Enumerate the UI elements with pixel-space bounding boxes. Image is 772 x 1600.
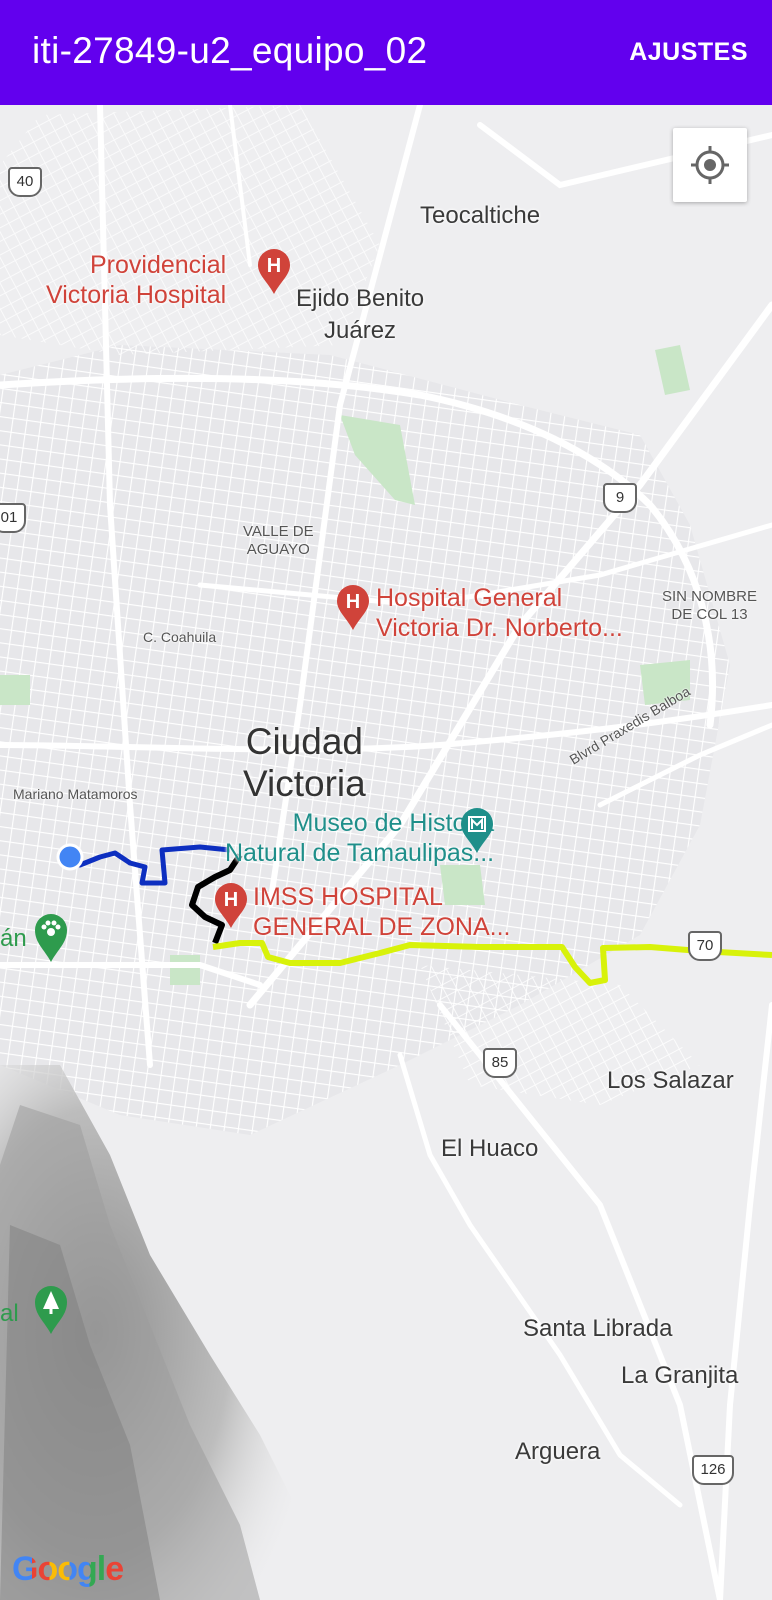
route-shield-101: 01 bbox=[0, 503, 26, 533]
place-sin-nombre: SIN NOMBRE DE COL 13 bbox=[662, 588, 758, 623]
place-los-salazar: Los Salazar bbox=[607, 1067, 734, 1094]
poi-providencial-hospital[interactable]: Providencial Victoria Hospital bbox=[46, 250, 226, 310]
hospital-pin-icon[interactable]: H bbox=[257, 249, 291, 295]
place-santa-librada: Santa Librada bbox=[523, 1315, 673, 1342]
svg-text:H: H bbox=[346, 591, 360, 613]
museum-pin-icon[interactable] bbox=[460, 808, 494, 854]
app-bar: iti-27849-u2_equipo_02 AJUSTES bbox=[0, 0, 772, 105]
route-shield-40: 40 bbox=[8, 167, 42, 197]
place-valle-de-aguayo: VALLE DE AGUAYO bbox=[243, 523, 314, 558]
poi-hospital-general[interactable]: Hospital General Victoria Dr. Norberto..… bbox=[376, 583, 623, 643]
svg-text:H: H bbox=[267, 255, 281, 277]
google-logo: Google bbox=[12, 1550, 124, 1589]
street-mariano-matamoros: Mariano Matamoros bbox=[13, 786, 138, 802]
my-location-button[interactable] bbox=[673, 128, 747, 202]
park-pin-icon[interactable] bbox=[34, 913, 68, 963]
place-arguera: Arguera bbox=[515, 1438, 601, 1465]
crosshair-icon bbox=[691, 146, 729, 184]
place-left-al: al bbox=[0, 1300, 19, 1327]
app-title: iti-27849-u2_equipo_02 bbox=[32, 30, 428, 71]
google-attribution: Google bbox=[12, 1550, 124, 1588]
route-shield-70: 70 bbox=[688, 931, 722, 961]
poi-imss-hospital[interactable]: IMSS HOSPITAL GENERAL DE ZONA... bbox=[253, 882, 510, 942]
route-shield-9: 9 bbox=[603, 483, 637, 513]
poi-museo-historia-natural[interactable]: Museo de Historia Natural de Tamaulipas.… bbox=[225, 808, 494, 868]
place-left-an: án bbox=[0, 925, 27, 952]
place-la-granjita: La Granjita bbox=[621, 1362, 739, 1389]
place-teocaltiche: Teocaltiche bbox=[420, 202, 541, 229]
route-shield-85: 85 bbox=[483, 1048, 517, 1078]
settings-button[interactable]: AJUSTES bbox=[629, 38, 748, 67]
place-ejido-benito-juarez: Ejido Benito Juárez bbox=[296, 285, 425, 344]
nature-park-pin-icon[interactable] bbox=[34, 1285, 68, 1335]
place-el-huaco: El Huaco bbox=[441, 1135, 539, 1162]
hospital-pin-icon[interactable]: H bbox=[214, 883, 248, 929]
map-view[interactable]: Teocaltiche Ejido Benito Juárez VALLE DE… bbox=[0, 105, 772, 1600]
route-shield-126: 126 bbox=[692, 1455, 734, 1485]
svg-text:H: H bbox=[224, 889, 238, 911]
street-coahuila: C. Coahuila bbox=[143, 629, 217, 645]
hospital-pin-icon[interactable]: H bbox=[336, 585, 370, 631]
place-ciudad-victoria: Ciudad Victoria bbox=[243, 721, 366, 804]
